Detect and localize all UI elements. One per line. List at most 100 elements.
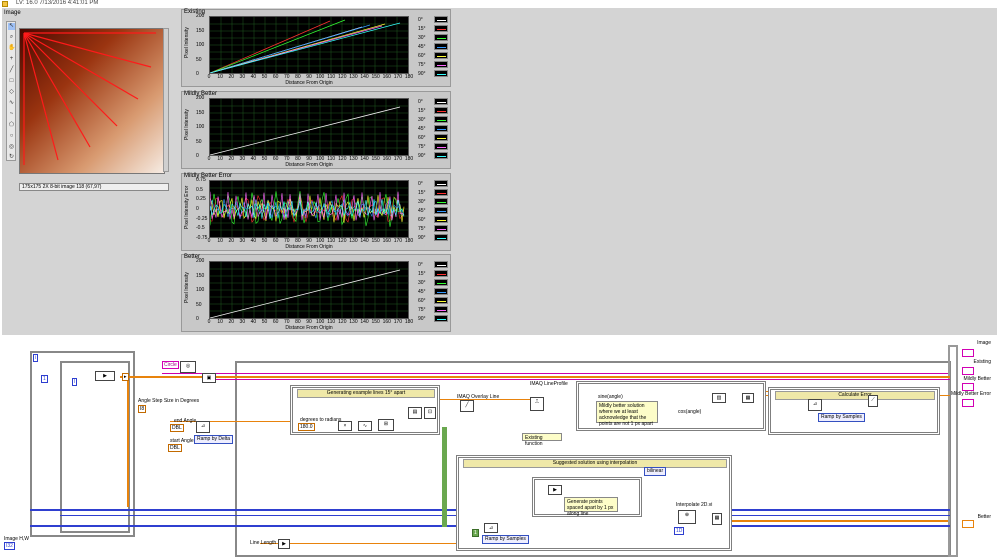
left-out-terminal: ▸ xyxy=(122,373,129,381)
freehand-tool-icon[interactable]: ~ xyxy=(8,111,15,118)
legend-swatch xyxy=(434,297,448,304)
legend-item[interactable]: 0° xyxy=(418,16,450,24)
gen-points-add[interactable]: ▶ xyxy=(548,485,562,495)
bundle-vi[interactable]: ▤ xyxy=(408,407,422,419)
deg-constant[interactable]: 180.0 xyxy=(298,423,315,431)
indicator-mildly-better-error-terminal[interactable] xyxy=(962,399,974,407)
indicator-image[interactable]: Image xyxy=(977,340,991,346)
angle-step-control[interactable]: I8 xyxy=(138,405,147,413)
image-scrollbar[interactable] xyxy=(163,28,169,172)
indicator-mildly-better-error[interactable]: Mildly Better Error xyxy=(951,391,991,397)
line-tool-icon[interactable]: ╱ xyxy=(8,67,15,74)
chart-0[interactable]: Existing Pixel Intensity 0 50 100 150 200 0 10 20… xyxy=(181,9,451,87)
polygon-tool-icon[interactable]: ⬠ xyxy=(8,122,15,129)
multiply-primitive[interactable]: × xyxy=(338,421,352,431)
ramp-samples-ring-2[interactable]: Ramp by Samples xyxy=(482,535,529,544)
legend-item[interactable]: 90° xyxy=(418,152,450,160)
legend-item[interactable]: 75° xyxy=(418,306,450,314)
pan-tool-icon[interactable]: ✋ xyxy=(8,45,15,52)
interp-1d-vi[interactable]: ⟋ xyxy=(868,395,878,407)
indicator-mildly-better-terminal[interactable] xyxy=(962,383,974,391)
rotate-tool-icon[interactable]: ↻ xyxy=(8,154,15,161)
legend-item[interactable]: 60° xyxy=(418,134,450,142)
legend-item[interactable]: 45° xyxy=(418,43,450,51)
interpolate-2d-vi[interactable]: ⊕ xyxy=(678,510,696,524)
imaq-lineprofile-vi[interactable]: ⎍ xyxy=(530,397,544,411)
image-hw-control[interactable]: I32 xyxy=(4,542,15,550)
end-angle-control[interactable]: DBL xyxy=(170,424,184,432)
legend-item[interactable]: 30° xyxy=(418,34,450,42)
ramp-samples-ring-1[interactable]: Ramp by Samples xyxy=(818,413,865,422)
legend-item[interactable]: 45° xyxy=(418,125,450,133)
legend-item[interactable]: 90° xyxy=(418,234,450,242)
rectangle-tool-icon[interactable]: □ xyxy=(8,78,15,85)
overlay-circle-vi[interactable]: ◎ xyxy=(180,361,196,373)
indicator-image-terminal[interactable] xyxy=(962,349,974,357)
ramp-samples-vi-2[interactable]: ⊿ xyxy=(484,523,498,533)
legend-item[interactable]: 75° xyxy=(418,61,450,69)
interp-out-vi[interactable]: ▦ xyxy=(712,513,722,525)
legend-item[interactable]: 45° xyxy=(418,207,450,215)
indicator-better[interactable]: Better xyxy=(978,514,991,520)
legend-item[interactable]: 90° xyxy=(418,315,450,323)
legend-item[interactable]: 75° xyxy=(418,143,450,151)
chart-3[interactable]: Better Pixel Intensity 0 50 100 150 200 0 10 20 30… xyxy=(181,254,451,332)
pointer-tool-icon[interactable]: ↖ xyxy=(8,23,15,30)
build-array-vi[interactable]: ⊞ xyxy=(378,419,394,431)
legend-item[interactable]: 15° xyxy=(418,270,450,278)
legend-item[interactable]: 60° xyxy=(418,216,450,224)
add-primitive[interactable]: ▶ xyxy=(95,371,115,381)
front-panel: Image ↖ ⌕ ✋ + ╱ □ ◇ ∿ ~ ⬠ ○ ◎ ↻ 175x175 … xyxy=(2,8,997,335)
oval-tool-icon[interactable]: ○ xyxy=(8,133,15,140)
chart-plot-area[interactable] xyxy=(209,98,409,156)
legend-item[interactable]: 0° xyxy=(418,98,450,106)
indicator-mildly-better[interactable]: Mildly Better xyxy=(963,376,991,382)
image-display[interactable] xyxy=(19,28,165,174)
compound-vi[interactable]: ▥ xyxy=(712,393,726,403)
legend-swatch-line xyxy=(437,193,446,194)
legend-item[interactable]: 15° xyxy=(418,189,450,197)
chart-plot-area[interactable] xyxy=(209,180,409,238)
legend-item[interactable]: 30° xyxy=(418,279,450,287)
legend-item[interactable]: 75° xyxy=(418,225,450,233)
chart-2[interactable]: Mildly Better Error Pixel Intensity Error… xyxy=(181,173,451,251)
array-out-vi[interactable]: ▦ xyxy=(742,393,754,403)
start-angle-control[interactable]: DBL xyxy=(168,444,182,452)
chart-1[interactable]: Mildly Better Pixel Intensity 0 50 100 150 200… xyxy=(181,91,451,169)
indicator-better-terminal[interactable] xyxy=(962,520,974,528)
y-tick-label: 200 xyxy=(196,13,205,19)
legend-item[interactable]: 0° xyxy=(418,180,450,188)
legend-label: 15° xyxy=(418,271,426,277)
legend-item[interactable]: 90° xyxy=(418,70,450,78)
point-cluster-vi[interactable]: ⊡ xyxy=(424,407,436,419)
indicator-existing[interactable]: Existing xyxy=(973,359,991,365)
ramp-delta-vi[interactable]: ⊿ xyxy=(196,421,210,433)
legend-label: 45° xyxy=(418,126,426,132)
legend-item[interactable]: 0° xyxy=(418,261,450,269)
legend-item[interactable]: 60° xyxy=(418,297,450,305)
left-numeric-2: I xyxy=(72,378,78,386)
zoom-tool-icon[interactable]: ⌕ xyxy=(8,34,15,41)
true-constant[interactable]: 1 xyxy=(472,529,479,537)
sin-cos-primitive[interactable]: ∿ xyxy=(358,421,372,431)
point-tool-icon[interactable]: + xyxy=(8,56,15,63)
indicator-existing-terminal[interactable] xyxy=(962,367,974,375)
legend-item[interactable]: 45° xyxy=(418,288,450,296)
legend-item[interactable]: 30° xyxy=(418,198,450,206)
rotated-rect-tool-icon[interactable]: ◇ xyxy=(8,89,15,96)
bilinear-ring[interactable]: bilinear xyxy=(644,467,667,476)
line-length-compute[interactable]: ▶ xyxy=(278,539,290,549)
legend-item[interactable]: 15° xyxy=(418,107,450,115)
polyline-tool-icon[interactable]: ∿ xyxy=(8,100,15,107)
legend-item[interactable]: 30° xyxy=(418,116,450,124)
image-ref-vi[interactable]: ▣ xyxy=(202,373,216,383)
chart-plot-area[interactable] xyxy=(209,261,409,319)
circle-constant[interactable]: Circle xyxy=(162,361,179,369)
legend-item[interactable]: 15° xyxy=(418,25,450,33)
ramp-by-delta-ring[interactable]: Ramp by Delta xyxy=(194,435,234,444)
chart-plot-area[interactable] xyxy=(209,16,409,74)
imaq-overlay-line-vi[interactable]: ╱ xyxy=(460,400,474,412)
ramp-samples-vi-1[interactable]: ⊿ xyxy=(808,399,822,411)
legend-item[interactable]: 60° xyxy=(418,52,450,60)
annulus-tool-icon[interactable]: ◎ xyxy=(8,144,15,151)
